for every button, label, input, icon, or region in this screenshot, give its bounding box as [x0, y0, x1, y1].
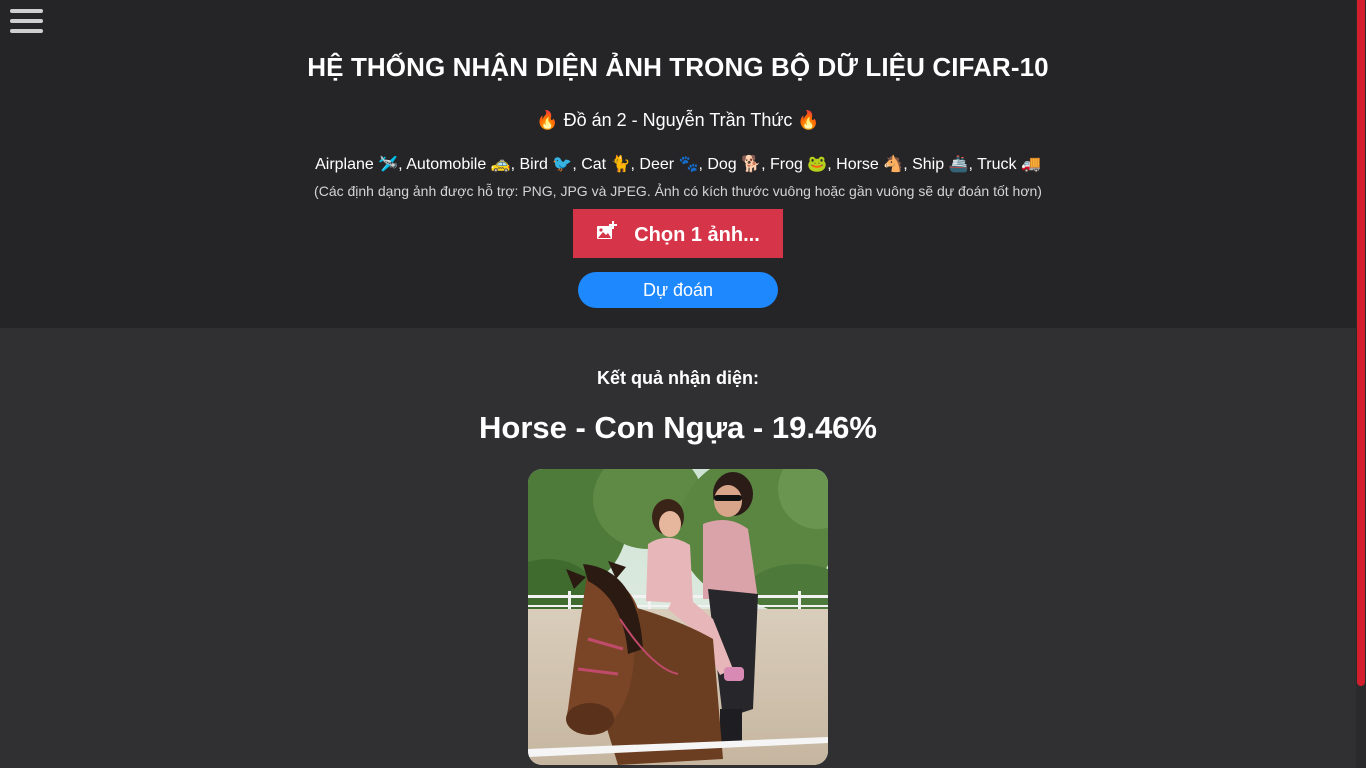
class-item-cat: Cat 🐈 [581, 156, 630, 173]
frog-icon: 🐸 [807, 156, 828, 173]
class-label: Horse [836, 156, 879, 173]
class-label: Automobile [406, 156, 487, 173]
class-label: Frog [769, 156, 803, 173]
class-item-bird: Bird 🐦 [520, 156, 573, 173]
class-label: Truck [977, 156, 1017, 173]
car-icon: 🚕 [490, 156, 511, 173]
class-label: Cat [581, 156, 607, 173]
hamburger-menu-icon[interactable] [10, 9, 43, 33]
truck-icon: 🚚 [1020, 156, 1041, 173]
class-item-truck: Truck 🚚 [977, 156, 1041, 173]
class-item-ship: Ship 🚢 [912, 156, 968, 173]
add-image-icon [597, 220, 618, 239]
dog-icon: 🐕 [741, 156, 762, 173]
cat-icon: 🐈 [610, 156, 631, 173]
photo-illustration [528, 469, 828, 765]
bird-icon: 🐦 [552, 156, 573, 173]
class-label: Bird [519, 156, 548, 173]
horse-icon: 🐴 [883, 156, 904, 173]
choose-image-label: Chọn 1 ảnh... [634, 223, 760, 246]
class-list: Airplane 🛩️, Automobile 🚕, Bird 🐦, Cat 🐈… [315, 156, 1041, 173]
scrollbar[interactable] [1356, 0, 1366, 768]
class-item-horse: Horse 🐴 [836, 156, 903, 173]
menu-bar [10, 29, 43, 33]
choose-image-button[interactable]: Chọn 1 ảnh... [573, 209, 783, 258]
class-label: Deer [639, 156, 675, 173]
page-title: HỆ THỐNG NHẬN DIỆN ẢNH TRONG BỘ DỮ LIỆU … [307, 52, 1049, 82]
menu-bar [10, 19, 43, 23]
class-item-automobile: Automobile 🚕 [406, 156, 510, 173]
class-label: Dog [707, 156, 737, 173]
page-subtitle: 🔥 Đồ án 2 - Nguyễn Trần Thức 🔥 [536, 110, 820, 130]
app-viewport: HỆ THỐNG NHẬN DIỆN ẢNH TRONG BỘ DỮ LIỆU … [0, 0, 1366, 768]
airplane-icon: 🛩️ [378, 156, 399, 173]
results-section: Kết quả nhận diện: Horse - Con Ngựa - 19… [0, 328, 1356, 768]
menu-bar [10, 9, 43, 13]
paw-icon: 🐾 [678, 156, 699, 173]
class-item-dog: Dog 🐕 [707, 156, 761, 173]
class-item-deer: Deer 🐾 [639, 156, 698, 173]
prediction-result: Horse - Con Ngựa - 19.46% [479, 410, 877, 445]
class-item-frog: Frog 🐸 [770, 156, 827, 173]
ship-icon: 🚢 [948, 156, 969, 173]
uploaded-photo [528, 469, 828, 765]
class-label: Airplane [315, 156, 374, 173]
header-section: HỆ THỐNG NHẬN DIỆN ẢNH TRONG BỘ DỮ LIỆU … [0, 0, 1356, 328]
results-heading: Kết quả nhận diện: [597, 368, 759, 388]
class-item-airplane: Airplane 🛩️ [315, 156, 398, 173]
class-label: Ship [912, 156, 945, 173]
scrollbar-thumb[interactable] [1357, 0, 1365, 686]
format-note: (Các định dạng ảnh được hỗ trợ: PNG, JPG… [314, 183, 1042, 199]
predict-button[interactable]: Dự đoán [578, 272, 778, 308]
